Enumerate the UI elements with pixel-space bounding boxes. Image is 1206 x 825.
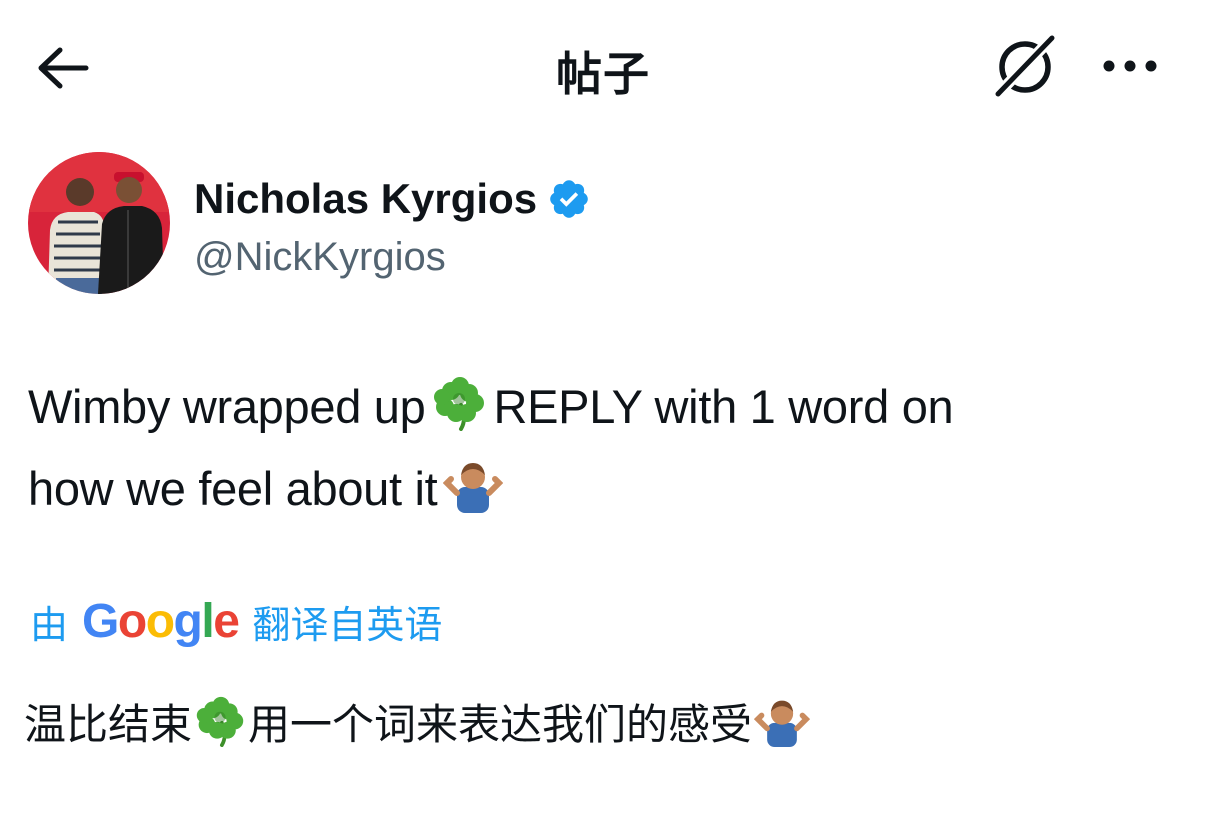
shamrock-icon (194, 695, 246, 768)
top-bar: 帖子 (0, 0, 1206, 140)
header-actions (990, 30, 1158, 102)
shamrock-icon (431, 375, 487, 452)
handle[interactable]: @NickKyrgios (194, 235, 591, 280)
grok-icon (991, 31, 1059, 101)
translation-suffix: 翻译自英语 (252, 602, 443, 647)
verified-badge-icon (550, 179, 588, 218)
tweet-text-part-1: Wimby wrapped up (28, 380, 426, 433)
translation-attribution[interactable]: 由 Google 翻译自英语 (30, 588, 442, 654)
person-shrugging-icon (753, 695, 811, 768)
more-horizontal-icon (1103, 60, 1157, 72)
display-name[interactable]: Nicholas Kyrgios (194, 175, 537, 223)
translated-text-part-1: 温比结束 (24, 700, 193, 749)
avatar[interactable] (28, 152, 170, 294)
translated-text: 温比结束 用一个词来表达我们的感受 (24, 690, 1184, 768)
google-logo: Google (82, 594, 240, 648)
name-row: Nicholas Kyrgios (194, 167, 591, 231)
translation-prefix: 由 (30, 602, 69, 647)
more-button[interactable] (1102, 58, 1158, 74)
author-block: Nicholas Kyrgios @NickKyrgios (28, 152, 591, 294)
person-shrugging-icon (443, 457, 504, 534)
tweet-text-part-2: REPLY with 1 word on (493, 380, 954, 433)
grok-button[interactable] (990, 31, 1060, 101)
translated-text-part-2: 用一个词来表达我们的感受 (248, 700, 753, 749)
tweet-text: Wimby wrapped up REPLY with 1 word on ho… (28, 370, 1178, 534)
profile-photo-icon (28, 152, 170, 294)
author-info: Nicholas Kyrgios @NickKyrgios (194, 167, 591, 280)
tweet-text-part-3: how we feel about it (28, 462, 438, 515)
